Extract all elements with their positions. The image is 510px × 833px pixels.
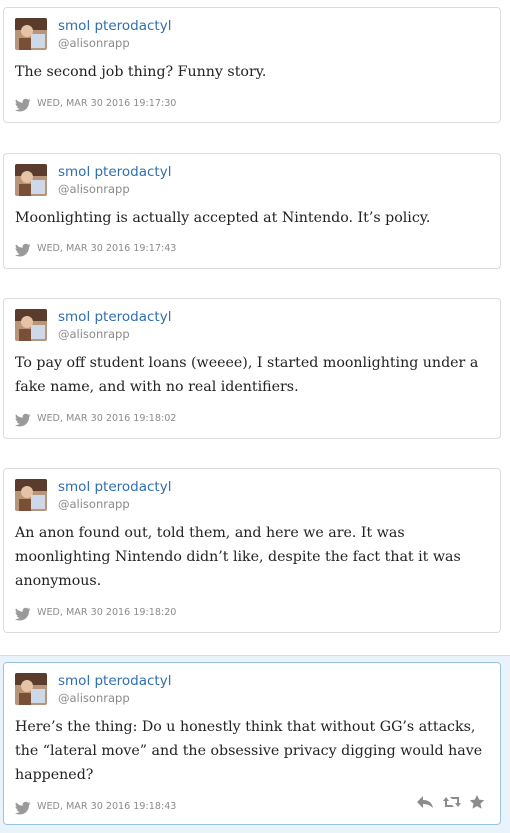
- user-handle[interactable]: @alisonrapp: [58, 327, 130, 341]
- tweet-actions: [416, 794, 486, 810]
- tweet-text: The second job thing? Funny story.: [15, 64, 267, 80]
- user-name[interactable]: smol pterodactyl: [58, 673, 171, 689]
- timestamp[interactable]: WED, MAR 30 2016 19:17:30: [37, 97, 176, 111]
- user-handle[interactable]: @alisonrapp: [58, 497, 130, 511]
- tweet-card[interactable]: smol pterodactyl @alisonrapp Here’s the …: [3, 662, 501, 825]
- reply-icon[interactable]: [416, 794, 434, 810]
- twitter-bird-icon: [15, 97, 31, 112]
- tweet-text: Moonlighting is actually accepted at Nin…: [15, 210, 431, 226]
- user-name[interactable]: smol pterodactyl: [58, 479, 171, 495]
- tweet-card[interactable]: smol pterodactyl @alisonrapp Moonlightin…: [3, 153, 501, 269]
- timestamp[interactable]: WED, MAR 30 2016 19:18:43: [37, 800, 176, 814]
- user-handle[interactable]: @alisonrapp: [58, 36, 130, 50]
- tweet-card[interactable]: smol pterodactyl @alisonrapp To pay off …: [3, 298, 501, 439]
- favorite-icon[interactable]: [468, 794, 486, 810]
- user-handle[interactable]: @alisonrapp: [58, 182, 130, 196]
- user-name[interactable]: smol pterodactyl: [58, 309, 171, 325]
- timestamp[interactable]: WED, MAR 30 2016 19:18:20: [37, 606, 176, 620]
- twitter-bird-icon: [15, 242, 31, 257]
- tweet-card[interactable]: smol pterodactyl @alisonrapp An anon fou…: [3, 468, 501, 633]
- user-handle[interactable]: @alisonrapp: [58, 691, 130, 705]
- timestamp[interactable]: WED, MAR 30 2016 19:18:02: [37, 412, 176, 426]
- avatar[interactable]: [15, 479, 47, 511]
- user-name[interactable]: smol pterodactyl: [58, 164, 171, 180]
- tweet-text: An anon found out, told them, and here w…: [15, 525, 461, 589]
- twitter-bird-icon: [15, 606, 31, 621]
- timestamp[interactable]: WED, MAR 30 2016 19:17:43: [37, 242, 176, 256]
- user-name[interactable]: smol pterodactyl: [58, 18, 171, 34]
- retweet-icon[interactable]: [442, 794, 461, 810]
- tweet-card[interactable]: smol pterodactyl @alisonrapp The second …: [3, 7, 501, 123]
- twitter-bird-icon: [15, 412, 31, 427]
- avatar[interactable]: [15, 164, 47, 196]
- avatar[interactable]: [15, 18, 47, 50]
- tweet-text: Here’s the thing: Do u honestly think th…: [15, 719, 483, 783]
- avatar[interactable]: [15, 673, 47, 705]
- tweet-text: To pay off student loans (weeee), I star…: [15, 355, 479, 395]
- twitter-bird-icon: [15, 800, 31, 815]
- avatar[interactable]: [15, 309, 47, 341]
